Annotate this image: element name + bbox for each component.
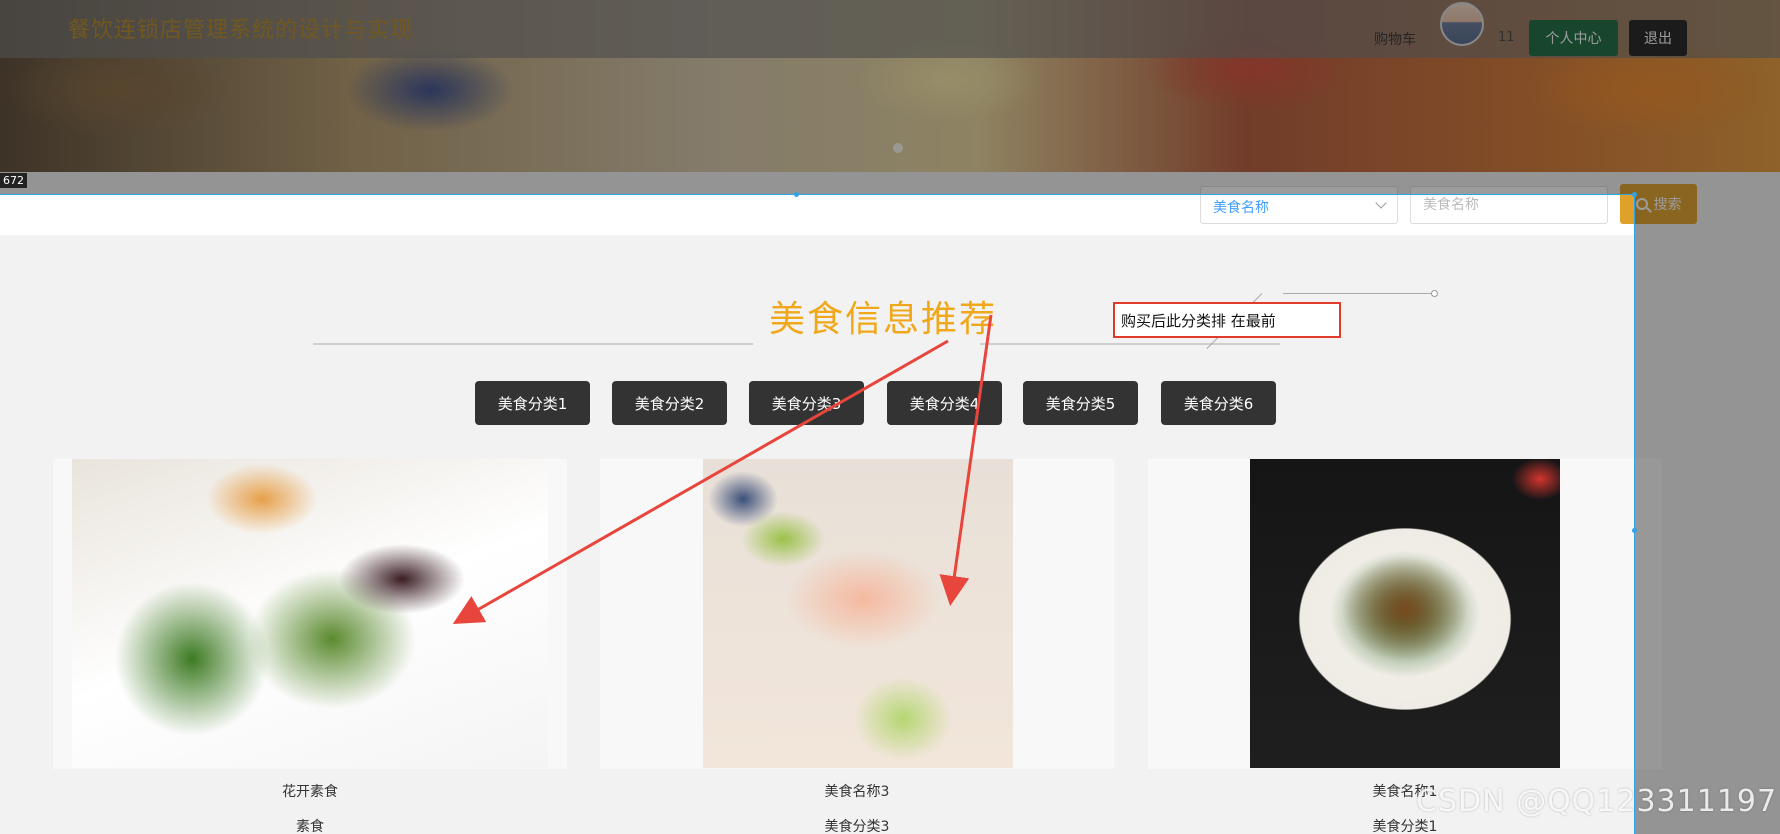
category-button-6[interactable]: 美食分类6 xyxy=(1161,381,1276,425)
profile-button[interactable]: 个人中心 xyxy=(1529,20,1618,56)
annotation-leader-end xyxy=(1431,290,1438,297)
product-category-2: 美食分类3 xyxy=(824,819,890,834)
annotation-callout: 购买后此分类排 在最前 xyxy=(1113,302,1341,338)
guide-line-horizontal xyxy=(0,194,1634,195)
product-image-3[interactable] xyxy=(1250,459,1560,768)
search-button-label: 搜索 xyxy=(1653,197,1682,213)
user-avatar[interactable] xyxy=(1440,2,1484,46)
carousel-dot[interactable] xyxy=(893,143,903,153)
annotation-leader-line xyxy=(1283,293,1433,294)
page-root: 餐饮连锁店管理系统的设计与实现 购物车 11 个人中心 退出 美食名称 搜索 美… xyxy=(0,0,1780,834)
user-count: 11 xyxy=(1498,30,1515,45)
product-image-2[interactable] xyxy=(703,459,1013,768)
category-button-5[interactable]: 美食分类5 xyxy=(1023,381,1138,425)
product-category-1: 素食 xyxy=(296,819,324,834)
cart-link[interactable]: 购物车 xyxy=(1374,29,1416,49)
section-title: 美食信息推荐 xyxy=(769,299,998,340)
product-image-1[interactable] xyxy=(72,459,548,768)
search-select-value: 美食名称 xyxy=(1213,200,1269,216)
category-button-2[interactable]: 美食分类2 xyxy=(612,381,727,425)
search-button[interactable]: 搜索 xyxy=(1620,184,1697,224)
search-field-select[interactable]: 美食名称 xyxy=(1200,186,1398,224)
search-icon xyxy=(1635,198,1648,210)
size-badge: 672 xyxy=(0,173,27,188)
top-navigation-bar: 餐饮连锁店管理系统的设计与实现 购物车 11 个人中心 退出 xyxy=(0,0,1780,58)
guide-handle-top[interactable] xyxy=(794,192,799,197)
logout-button[interactable]: 退出 xyxy=(1629,20,1687,56)
search-input[interactable] xyxy=(1410,186,1608,224)
product-name-1[interactable]: 花开素食 xyxy=(53,781,567,801)
category-button-1[interactable]: 美食分类1 xyxy=(475,381,590,425)
chevron-down-icon xyxy=(1375,197,1387,209)
title-divider-right xyxy=(980,343,1280,345)
guide-line-vertical xyxy=(1634,194,1635,834)
product-name-2[interactable]: 美食名称3 xyxy=(600,781,1114,801)
guide-handle-right[interactable] xyxy=(1632,528,1637,533)
site-title: 餐饮连锁店管理系统的设计与实现 xyxy=(68,18,414,43)
guide-handle-corner[interactable] xyxy=(1632,192,1637,197)
watermark: CSDN @QQ123311197 xyxy=(1416,784,1778,819)
category-button-4[interactable]: 美食分类4 xyxy=(887,381,1002,425)
category-button-3[interactable]: 美食分类3 xyxy=(749,381,864,425)
title-divider-left xyxy=(313,343,753,345)
